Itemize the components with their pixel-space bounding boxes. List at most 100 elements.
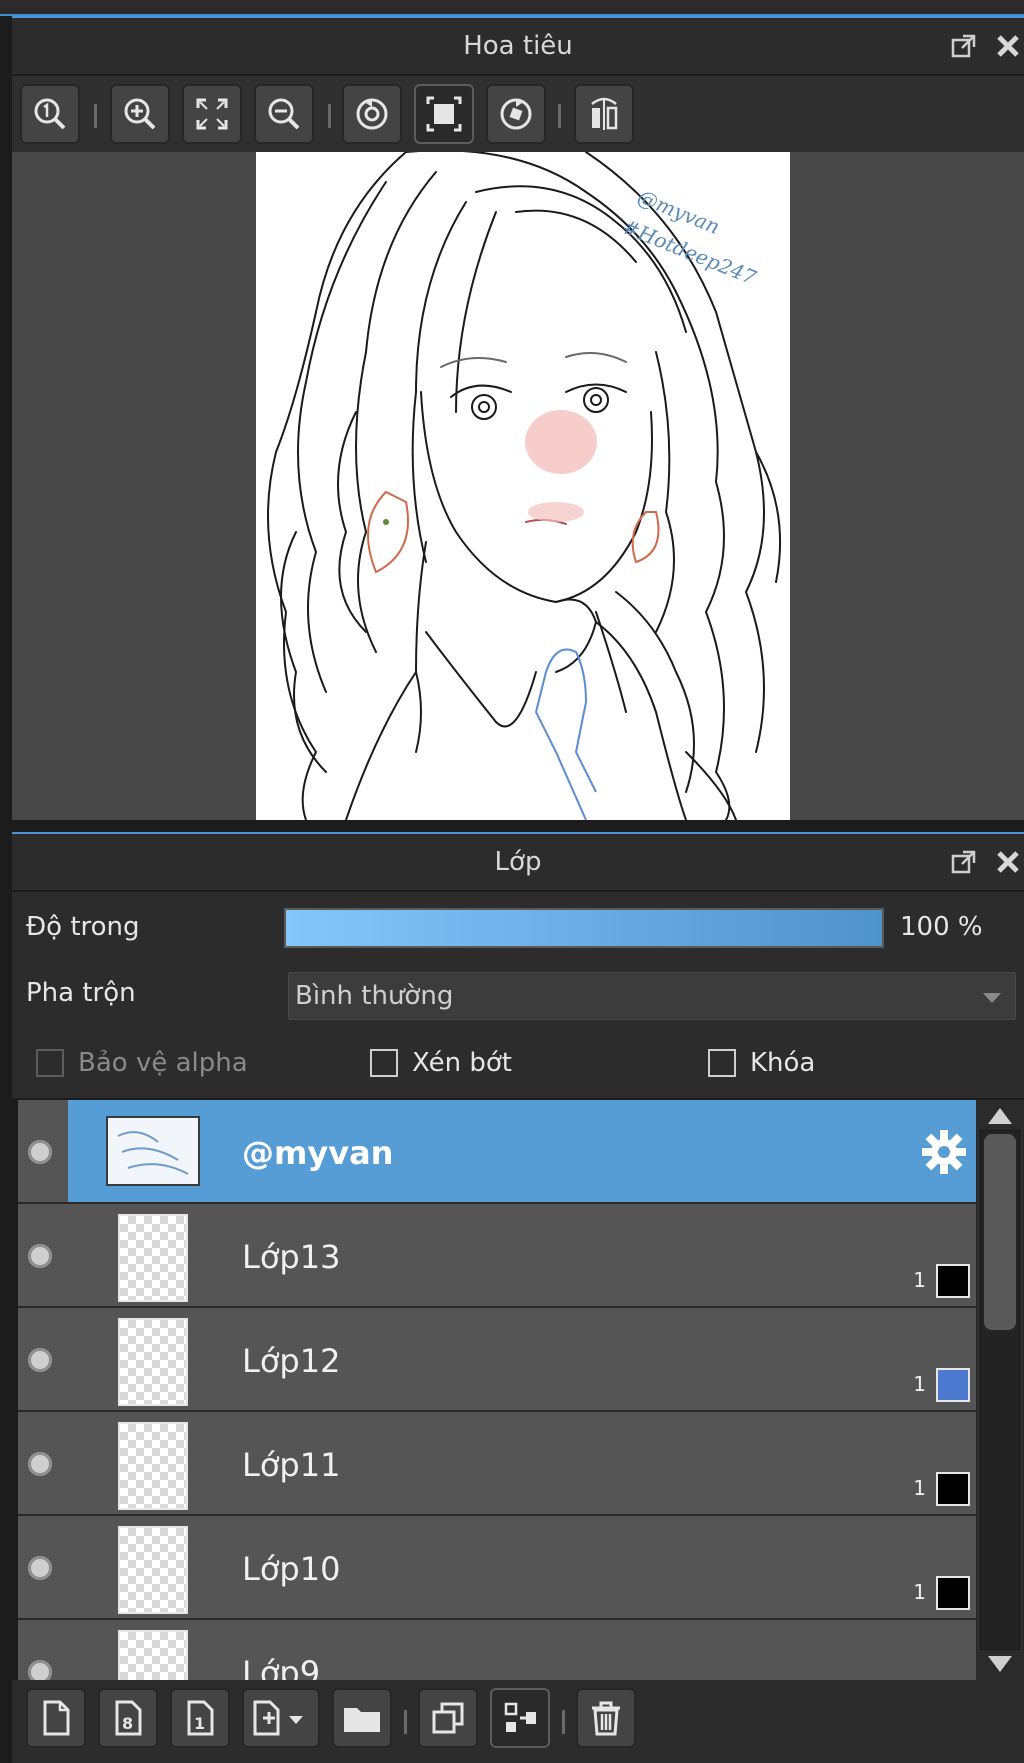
navigator-panel-header: Hoa tiêu: [12, 16, 1024, 74]
layer-row-main[interactable]: Lớp9: [68, 1620, 976, 1680]
layer-thumbnail: [118, 1422, 188, 1510]
layer-color-swatch[interactable]: [936, 1368, 970, 1402]
flip-horizontal-button[interactable]: [574, 84, 634, 144]
actual-size-button[interactable]: [20, 84, 80, 144]
undock-icon[interactable]: [950, 32, 978, 60]
layer-row[interactable]: Lớp13 1: [18, 1204, 976, 1308]
lock-checkbox[interactable]: Khóa: [708, 1048, 815, 1078]
layer-row[interactable]: Lớp9: [18, 1620, 976, 1680]
line-art-illustration: @myvan #Hotdeep247: [267, 152, 781, 820]
new-folder-button[interactable]: [332, 1688, 392, 1748]
visibility-toggle-icon[interactable]: [28, 1660, 52, 1680]
rotate-right-button[interactable]: [486, 84, 546, 144]
zoom-in-button[interactable]: [110, 84, 170, 144]
close-icon[interactable]: [994, 32, 1022, 60]
new-1bit-layer-button[interactable]: 1: [170, 1688, 230, 1748]
close-icon[interactable]: [994, 848, 1022, 876]
layer-row-main[interactable]: @myvan: [68, 1100, 976, 1202]
layer-name: Lớp12: [242, 1342, 341, 1380]
visibility-toggle-icon[interactable]: [28, 1244, 52, 1268]
reset-view-button[interactable]: [414, 84, 474, 144]
new-8bit-layer-icon: 8: [115, 1700, 142, 1736]
svg-text:8: 8: [122, 1714, 133, 1733]
merge-down-button[interactable]: [490, 1688, 550, 1748]
navigator-preview-area[interactable]: @myvan #Hotdeep247: [12, 152, 1024, 820]
layers-title: Lớp: [494, 847, 542, 877]
visibility-toggle-icon[interactable]: [28, 1452, 52, 1476]
layer-row-main[interactable]: Lớp13 1: [68, 1204, 976, 1306]
layer-list: @myvan Lớp13 1 Lớp12 1 Lớp11 1 Lớp10 1 L…: [18, 1100, 976, 1680]
layer-row[interactable]: Lớp12 1: [18, 1308, 976, 1412]
toolbar-separator: [94, 104, 97, 128]
layer-color-count: 1: [913, 1268, 926, 1292]
zoom-in-icon: [124, 98, 156, 130]
scroll-up-icon[interactable]: [988, 1108, 1012, 1124]
layer-row-main[interactable]: Lớp12 1: [68, 1308, 976, 1410]
layer-thumbnail: [118, 1526, 188, 1614]
protect-alpha-checkbox[interactable]: Bảo vệ alpha: [36, 1048, 248, 1078]
fit-window-button[interactable]: [182, 84, 242, 144]
blend-mode-select[interactable]: Bình thường: [288, 972, 1016, 1020]
canvas-preview[interactable]: @myvan #Hotdeep247: [256, 152, 790, 820]
layer-name: Lớp9: [242, 1654, 321, 1680]
opacity-value: 100 %: [900, 912, 983, 942]
layer-toolbar: 8 1: [12, 1680, 1024, 1763]
add-layer-menu-button[interactable]: [242, 1688, 320, 1748]
layer-row[interactable]: Lớp11 1: [18, 1412, 976, 1516]
layer-color-swatch[interactable]: [936, 1576, 970, 1610]
toolbar-separator: [558, 104, 561, 128]
checkbox-box: [36, 1049, 64, 1077]
trash-icon: [592, 1701, 620, 1736]
layer-name: Lớp11: [242, 1446, 341, 1484]
clipping-label: Xén bớt: [412, 1048, 512, 1078]
folder-icon: [344, 1708, 380, 1732]
layer-name: Lớp10: [242, 1550, 341, 1588]
delete-layer-button[interactable]: [576, 1688, 636, 1748]
visibility-toggle-icon[interactable]: [28, 1556, 52, 1580]
duplicate-layer-button[interactable]: [418, 1688, 478, 1748]
blend-mode-value: Bình thường: [295, 981, 454, 1011]
gear-icon[interactable]: [920, 1128, 968, 1180]
layer-color-count: 1: [913, 1580, 926, 1604]
checkbox-box: [370, 1049, 398, 1077]
scrollbar-thumb[interactable]: [984, 1134, 1016, 1330]
rotate-right-icon: [500, 98, 532, 130]
layer-thumbnail: [106, 1116, 200, 1186]
layer-row-main[interactable]: Lớp10 1: [68, 1516, 976, 1618]
layer-name: @myvan: [242, 1134, 394, 1172]
toolbar-separator: [328, 104, 331, 128]
zoom-actual-size-icon: [34, 98, 66, 130]
rotate-left-icon: [356, 98, 388, 130]
chevron-down-icon: [983, 993, 1001, 1003]
new-layer-icon: [43, 1700, 70, 1736]
layer-list-scrollbar[interactable]: [976, 1100, 1024, 1680]
navigator-toolbar: [12, 76, 1024, 152]
scroll-down-icon[interactable]: [988, 1656, 1012, 1672]
svg-text:1: 1: [194, 1714, 205, 1733]
toolbar-separator: [404, 1710, 407, 1734]
layer-thumbnail: [118, 1318, 188, 1406]
layer-properties: Độ trong 100 % Pha trộn Bình thường Bảo …: [12, 892, 1024, 1098]
layer-thumbnail: [118, 1214, 188, 1302]
zoom-out-button[interactable]: [254, 84, 314, 144]
new-8bit-layer-button[interactable]: 8: [98, 1688, 158, 1748]
rotate-left-button[interactable]: [342, 84, 402, 144]
layer-row[interactable]: @myvan: [18, 1100, 976, 1204]
zoom-out-icon: [268, 98, 300, 130]
undock-icon[interactable]: [950, 848, 978, 876]
reset-view-icon: [426, 96, 462, 132]
opacity-slider[interactable]: [284, 908, 884, 948]
scrollbar-track[interactable]: [980, 1130, 1020, 1650]
layer-row-main[interactable]: Lớp11 1: [68, 1412, 976, 1514]
add-layer-dropdown-icon: [253, 1700, 303, 1736]
layer-color-count: 1: [913, 1476, 926, 1500]
navigator-title: Hoa tiêu: [463, 31, 573, 61]
visibility-toggle-icon[interactable]: [28, 1140, 52, 1164]
layer-color-swatch[interactable]: [936, 1264, 970, 1298]
protect-alpha-label: Bảo vệ alpha: [78, 1048, 248, 1078]
layer-row[interactable]: Lớp10 1: [18, 1516, 976, 1620]
visibility-toggle-icon[interactable]: [28, 1348, 52, 1372]
clipping-checkbox[interactable]: Xén bớt: [370, 1048, 512, 1078]
layer-color-swatch[interactable]: [936, 1472, 970, 1506]
new-color-layer-button[interactable]: [26, 1688, 86, 1748]
